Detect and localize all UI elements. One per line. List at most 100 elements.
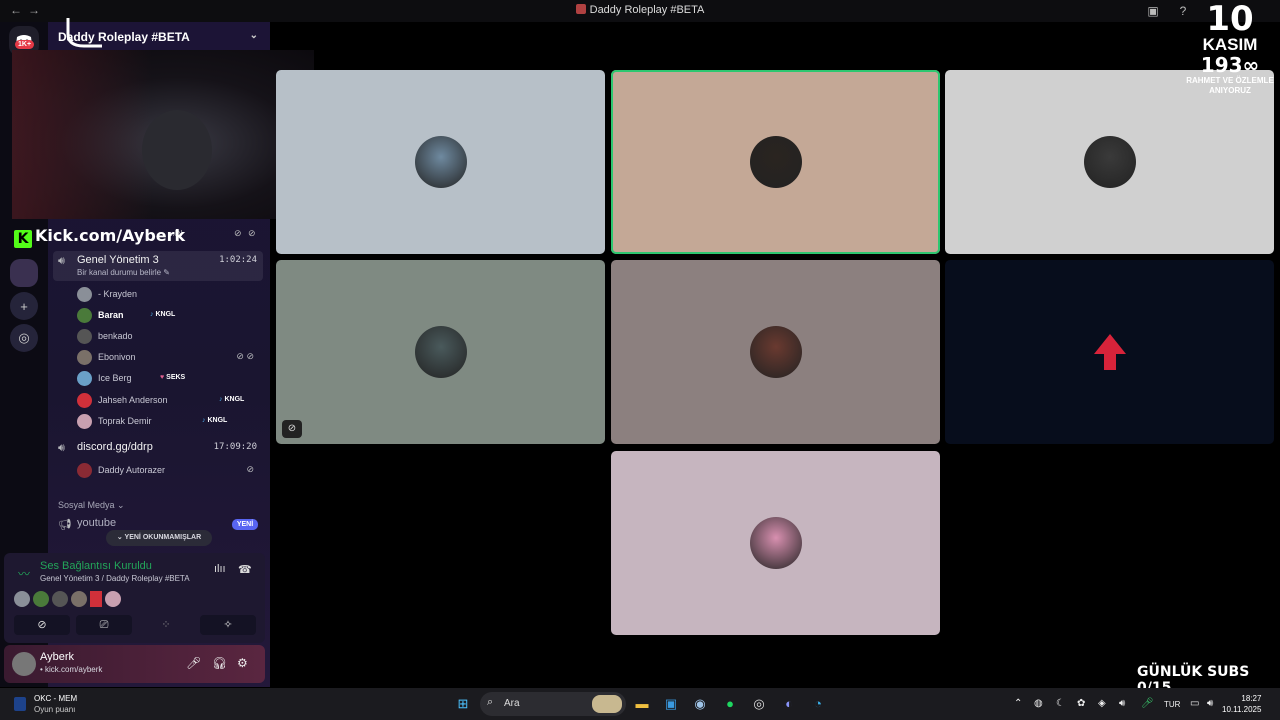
new-badge: YENİ	[232, 519, 258, 530]
tray-icon[interactable]: ◍	[1034, 698, 1043, 709]
participant-avatar	[749, 326, 802, 378]
search-highlight-image	[592, 695, 622, 713]
noise-suppression-icon[interactable]: ılıı	[214, 563, 226, 575]
channel-status[interactable]: Bir kanal durumu belirle ✎	[77, 268, 170, 277]
channel-member[interactable]: Baran ♪ KNGL	[77, 307, 262, 325]
member-name: Daddy Autorazer	[98, 465, 166, 475]
clock-date: 10.11.2025	[1222, 705, 1262, 714]
video-tile[interactable]: ⊘	[276, 260, 605, 444]
member-name: Baran	[98, 310, 124, 320]
channel-member[interactable]: Ice Berg ♥ SEKS	[77, 370, 262, 388]
channel-member[interactable]: - Krayden	[77, 286, 262, 304]
video-tile[interactable]	[611, 451, 940, 635]
windows-start-icon[interactable]: ⊞	[454, 695, 472, 713]
activities-button[interactable]: ⁘	[138, 615, 194, 635]
tray-steam-icon[interactable]: ◈	[1098, 698, 1106, 709]
member-avatar	[77, 463, 92, 478]
headphones-icon[interactable]: 🎧︎	[212, 656, 227, 670]
channel-name: youtube	[77, 517, 117, 529]
volume-icon[interactable]: 🔊︎	[1207, 698, 1213, 709]
game-sub: Oyun puanı	[34, 705, 76, 714]
user-panel: Ayberk • kick.com/ayberk 🎤︎ 🎧︎ ⚙	[4, 645, 265, 683]
member-avatar	[77, 371, 92, 386]
kick-text: Kick.com/Ayberk	[35, 226, 186, 245]
logo-arc-icon	[66, 18, 102, 48]
add-server-icon[interactable]: +	[10, 292, 38, 320]
network-icon[interactable]: ▭	[1190, 698, 1199, 709]
tag-icon: ♪	[202, 417, 206, 424]
server-folder[interactable]	[10, 259, 38, 287]
channel-member[interactable]: Toprak Demir ♪ KNGL	[77, 413, 262, 431]
microphone-icon[interactable]: 🎤︎	[186, 656, 201, 670]
tray-mic-icon[interactable]: 🎤︎	[1141, 698, 1154, 709]
member-avatar	[77, 414, 92, 429]
discover-icon[interactable]: ◎	[10, 324, 38, 352]
input-language[interactable]: TUR	[1164, 700, 1180, 709]
new-unread-pill[interactable]: ⌄ YENİ OKUNMAMIŞLAR	[106, 530, 212, 546]
participant-avatar	[414, 136, 467, 188]
tray-volume-icon[interactable]: 🔊︎	[1119, 698, 1125, 709]
channel-member[interactable]: Jahseh Anderson ♪ KNGL	[77, 392, 262, 410]
avatar[interactable]	[12, 652, 36, 676]
voice-participants	[14, 591, 121, 607]
kick-overlay: K Kick.com/Ayberk	[14, 226, 185, 248]
video-tile[interactable]	[276, 70, 605, 254]
tag-icon: ♪	[219, 396, 223, 403]
app-icon[interactable]: ◎	[750, 695, 768, 713]
taskbar: OKC - MEM Oyun puanı ⊞ ⌕ Ara ▬ ▣ ◉ ● ◎ ◐…	[0, 688, 1280, 720]
channel-member[interactable]: benkado	[77, 328, 262, 346]
screen-share-button[interactable]: ⎚	[76, 615, 132, 635]
discord-taskbar-icon[interactable]: ◐	[780, 695, 798, 713]
photos-icon[interactable]: ▣	[662, 695, 680, 713]
mute-deafen-icon: ⊘ ⊘	[236, 351, 254, 361]
tray-chevron-icon[interactable]: ⌃	[1014, 698, 1022, 709]
video-tile[interactable]	[611, 260, 940, 444]
taskbar-clock[interactable]: 18:27 10.11.2025	[1222, 693, 1261, 715]
member-name: Jahseh Anderson	[98, 395, 168, 405]
video-tile[interactable]	[611, 70, 940, 254]
participant-avatar	[52, 591, 68, 607]
channel-icon: 📢︎	[58, 519, 72, 531]
member-avatar	[77, 329, 92, 344]
streamer-silhouette	[142, 110, 212, 190]
participant-avatar	[14, 591, 30, 607]
video-tile[interactable]	[945, 260, 1274, 444]
channel-member[interactable]: Ebonivon ⊘ ⊘	[77, 349, 262, 367]
member-avatar	[77, 308, 92, 323]
game-title: OKC - MEM	[34, 694, 78, 703]
chevron-down-icon[interactable]: ⌄	[250, 30, 258, 41]
notification-badge: 1K+	[15, 40, 35, 49]
inbox-icon[interactable]: ▣	[1146, 4, 1160, 18]
voice-status[interactable]: Ses Bağlantısı Kuruldu	[40, 560, 152, 572]
screen: ←→ Daddy Roleplay #BETA ▣ ? 1K+ + ◎ Dadd…	[0, 0, 1280, 720]
username: Ayberk	[40, 651, 75, 663]
camera-off-button[interactable]: ⊘	[14, 615, 70, 635]
soundboard-button[interactable]: ✧	[200, 615, 256, 635]
member-name: benkado	[98, 331, 133, 341]
spotify-icon[interactable]: ●	[721, 695, 739, 713]
disconnect-icon[interactable]: ☎	[238, 563, 252, 576]
channel-timer: 17:09:20	[213, 442, 257, 452]
memorial-year: 193∞	[1200, 53, 1260, 77]
steam-icon[interactable]: ◉	[691, 695, 709, 713]
voice-channel-genel[interactable]: 🔊︎ Genel Yönetim 3 1:02:24 Bir kanal dur…	[53, 251, 263, 281]
member-tag: ♪ KNGL	[202, 417, 228, 424]
edge-icon[interactable]: ◔	[809, 695, 827, 713]
taskbar-search[interactable]: ⌕ Ara	[480, 692, 626, 716]
file-explorer-icon[interactable]: ▬	[633, 695, 651, 713]
search-icon: ⌕	[487, 696, 494, 708]
nba-icon	[14, 697, 26, 711]
participant-avatar	[90, 591, 102, 607]
memorial-overlay: 10 KASIM 193∞ RAHMET VE ÖZLEMLE ANIYORUZ	[1180, 2, 1280, 98]
voice-location[interactable]: Genel Yönetim 3 / Daddy Roleplay #BETA	[40, 574, 190, 583]
voice-panel: 〰 Ses Bağlantısı Kuruldu Genel Yönetim 3…	[4, 553, 265, 643]
taskbar-game-widget[interactable]: OKC - MEM Oyun puanı	[14, 694, 77, 714]
tray-icon[interactable]: ☾	[1056, 698, 1065, 709]
tray-icon[interactable]: ✿	[1077, 698, 1085, 709]
participant-avatar	[749, 517, 802, 569]
settings-gear-icon[interactable]: ⚙	[237, 656, 248, 670]
category-social[interactable]: Sosyal Medya ⌄	[58, 500, 125, 511]
memorial-line2: ANIYORUZ	[1209, 86, 1251, 95]
signal-icon[interactable]: 〰	[18, 565, 30, 582]
channel-member[interactable]: Daddy Autorazer ⊘	[77, 462, 262, 480]
